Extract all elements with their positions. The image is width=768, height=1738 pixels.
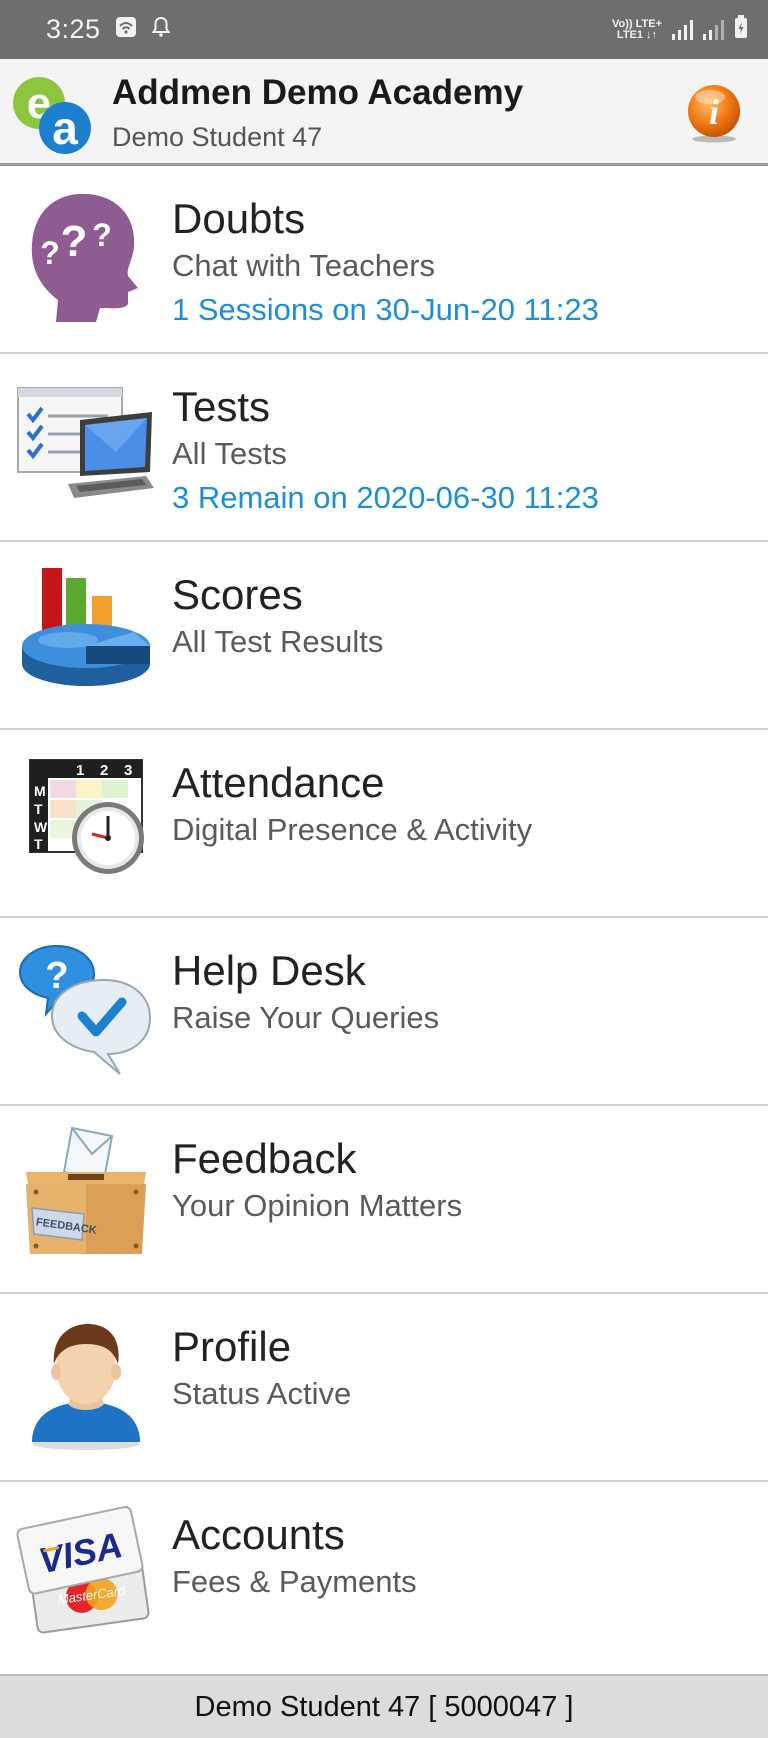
svg-text:2: 2 [100, 762, 108, 779]
signal-icon [672, 19, 693, 40]
menu-item-title: Profile [172, 1323, 292, 1370]
svg-text:1: 1 [76, 762, 84, 779]
feedback-box-icon: FEEDBACK [26, 1126, 146, 1254]
menu-item-title: Scores [172, 571, 303, 618]
menu-item-title: Doubts [172, 195, 306, 242]
svg-text:W: W [34, 819, 48, 835]
pie-bar-chart-icon [22, 568, 150, 686]
svg-text:3: 3 [124, 762, 132, 779]
menu-item-doubts[interactable]: ? ? ? Doubts Chat with Teachers 1 Sessio… [0, 166, 768, 354]
info-icon[interactable]: i [683, 82, 745, 144]
svg-text:?: ? [92, 217, 112, 253]
svg-text:?: ? [61, 217, 88, 266]
menu-list: ? ? ? Doubts Chat with Teachers 1 Sessio… [0, 166, 768, 1656]
svg-text:T: T [34, 836, 43, 852]
footer-student-id: Demo Student 47 [ 5000047 ] [0, 1674, 768, 1738]
menu-item-subtitle: Digital Presence & Activity [172, 812, 533, 847]
menu-item-feedback[interactable]: FEEDBACK Feedback Your Opinion Matters [0, 1106, 768, 1294]
wifi-icon [115, 16, 137, 43]
app-title: Addmen Demo Academy [112, 73, 524, 112]
menu-item-title: Feedback [172, 1135, 357, 1182]
chat-bubbles-icon: ? [18, 944, 152, 1075]
menu-item-helpdesk[interactable]: ? Help Desk Raise Your Queries [0, 918, 768, 1106]
signal-icon-2 [703, 19, 724, 40]
menu-item-title: Help Desk [172, 947, 366, 994]
menu-item-attendance[interactable]: 1 2 3 M T W T Attendance Digital Presenc… [0, 730, 768, 918]
ea-logo-icon: e a [13, 77, 91, 154]
svg-text:i: i [709, 92, 719, 132]
credit-cards-icon: MasterCard VISA [16, 1506, 150, 1634]
menu-item-title: Accounts [172, 1511, 345, 1558]
menu-item-profile[interactable]: Profile Status Active [0, 1294, 768, 1482]
menu-item-title: Attendance [172, 759, 385, 806]
menu-item-meta: 1 Sessions on 30-Jun-20 11:23 [172, 292, 599, 327]
status-time: 3:25 [46, 14, 101, 44]
laptop-checklist-icon [17, 387, 154, 498]
menu-item-subtitle: Status Active [172, 1376, 352, 1411]
menu-item-subtitle: Chat with Teachers [172, 248, 436, 283]
svg-text:T: T [34, 801, 43, 817]
menu-item-meta: 3 Remain on 2020-06-30 11:23 [172, 480, 599, 515]
menu-item-title: Tests [172, 383, 271, 430]
menu-item-subtitle: Your Opinion Matters [172, 1188, 463, 1223]
network-type: Vo)) LTE+ LTE1 ↓↑ [611, 17, 662, 41]
menu-item-subtitle: All Test Results [172, 624, 384, 659]
menu-item-scores[interactable]: Scores All Test Results [0, 542, 768, 730]
svg-text:M: M [34, 783, 46, 799]
menu-item-tests[interactable]: Tests All Tests 3 Remain on 2020-06-30 1… [0, 354, 768, 542]
menu-item-subtitle: Fees & Payments [172, 1564, 417, 1599]
svg-text:a: a [52, 102, 78, 154]
notification-bell-icon [151, 16, 171, 43]
app-subtitle: Demo Student 47 [112, 122, 323, 152]
menu-item-subtitle: Raise Your Queries [172, 1000, 440, 1035]
user-avatar-icon [32, 1324, 140, 1450]
menu-item-subtitle: All Tests [172, 436, 287, 471]
status-bar: 3:25 Vo)) LTE+ LTE1 ↓↑ [0, 0, 768, 59]
question-head-icon: ? ? ? [31, 193, 139, 322]
svg-text:?: ? [40, 235, 60, 271]
app-header: e a Addmen Demo Academy Demo Student 47 … [0, 59, 768, 166]
calendar-clock-icon: 1 2 3 M T W T [29, 759, 144, 874]
battery-icon [734, 15, 748, 44]
menu-item-accounts[interactable]: MasterCard VISA Accounts Fees & Payments [0, 1482, 768, 1656]
